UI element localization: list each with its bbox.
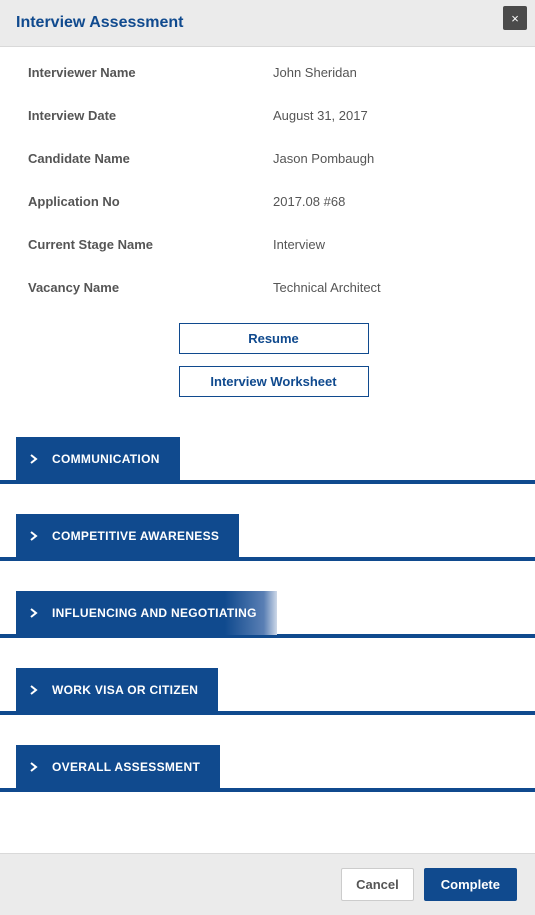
field-value: John Sheridan xyxy=(273,65,357,80)
chevron-right-icon xyxy=(30,762,38,772)
resume-button-label: Resume xyxy=(248,331,299,346)
section-label: INFLUENCING AND NEGOTIATING xyxy=(52,606,257,620)
complete-button-label: Complete xyxy=(441,877,500,892)
field-current-stage: Current Stage Name Interview xyxy=(28,237,519,252)
field-candidate-name: Candidate Name Jason Pombaugh xyxy=(28,151,519,166)
field-value: Technical Architect xyxy=(273,280,381,295)
field-value: 2017.08 #68 xyxy=(273,194,345,209)
field-label: Candidate Name xyxy=(28,151,273,166)
modal-title: Interview Assessment xyxy=(16,14,519,32)
chevron-right-icon xyxy=(30,454,38,464)
section-influencing-negotiating: INFLUENCING AND NEGOTIATING xyxy=(0,591,535,638)
field-label: Vacancy Name xyxy=(28,280,273,295)
section-header-influencing-negotiating[interactable]: INFLUENCING AND NEGOTIATING xyxy=(16,591,277,635)
section-overall-assessment: OVERALL ASSESSMENT xyxy=(0,745,535,792)
field-application-no: Application No 2017.08 #68 xyxy=(28,194,519,209)
spacer xyxy=(0,822,535,853)
close-button[interactable]: × xyxy=(503,6,527,30)
chevron-right-icon xyxy=(30,608,38,618)
field-vacancy-name: Vacancy Name Technical Architect xyxy=(28,280,519,295)
section-communication: COMMUNICATION xyxy=(0,437,535,484)
complete-button[interactable]: Complete xyxy=(424,868,517,901)
section-work-visa-citizen: WORK VISA OR CITIZEN xyxy=(0,668,535,715)
field-value: Jason Pombaugh xyxy=(273,151,374,166)
close-icon: × xyxy=(511,11,519,26)
section-label: WORK VISA OR CITIZEN xyxy=(52,683,198,697)
chevron-right-icon xyxy=(30,685,38,695)
section-competitive-awareness: COMPETITIVE AWARENESS xyxy=(0,514,535,561)
modal-header: Interview Assessment × xyxy=(0,0,535,47)
field-label: Application No xyxy=(28,194,273,209)
field-label: Interview Date xyxy=(28,108,273,123)
field-value: August 31, 2017 xyxy=(273,108,368,123)
section-label: COMMUNICATION xyxy=(52,452,160,466)
section-label: COMPETITIVE AWARENESS xyxy=(52,529,219,543)
interview-worksheet-button[interactable]: Interview Worksheet xyxy=(179,366,369,397)
section-header-competitive-awareness[interactable]: COMPETITIVE AWARENESS xyxy=(16,514,239,558)
resume-button[interactable]: Resume xyxy=(179,323,369,354)
section-header-work-visa-citizen[interactable]: WORK VISA OR CITIZEN xyxy=(16,668,218,712)
details-panel: Interviewer Name John Sheridan Interview… xyxy=(0,47,535,419)
field-value: Interview xyxy=(273,237,325,252)
interview-assessment-modal: Interview Assessment × Interviewer Name … xyxy=(0,0,535,915)
section-label: OVERALL ASSESSMENT xyxy=(52,760,200,774)
field-interviewer-name: Interviewer Name John Sheridan xyxy=(28,65,519,80)
section-list: COMMUNICATION COMPETITIVE AWARENESS xyxy=(0,419,535,822)
cancel-button[interactable]: Cancel xyxy=(341,868,414,901)
interview-worksheet-button-label: Interview Worksheet xyxy=(210,374,336,389)
field-interview-date: Interview Date August 31, 2017 xyxy=(28,108,519,123)
modal-footer: Cancel Complete xyxy=(0,853,535,915)
field-label: Current Stage Name xyxy=(28,237,273,252)
cancel-button-label: Cancel xyxy=(356,877,399,892)
chevron-right-icon xyxy=(30,531,38,541)
section-header-communication[interactable]: COMMUNICATION xyxy=(16,437,180,481)
section-header-overall-assessment[interactable]: OVERALL ASSESSMENT xyxy=(16,745,220,789)
field-label: Interviewer Name xyxy=(28,65,273,80)
